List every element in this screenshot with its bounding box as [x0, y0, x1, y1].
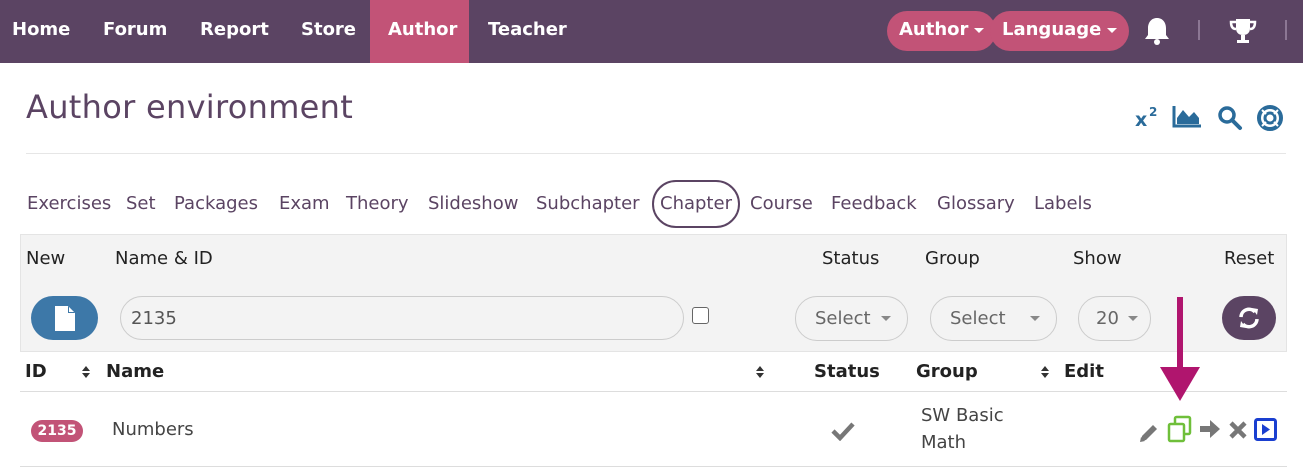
pencil-icon[interactable]	[1138, 422, 1160, 444]
nav-forum[interactable]: Forum	[103, 0, 167, 63]
column-header-status: Status	[814, 361, 880, 382]
show-select-value: 20	[1096, 308, 1119, 329]
filter-header-status: Status	[822, 248, 880, 269]
filter-header-reset: Reset	[1224, 248, 1275, 269]
filter-header-name-id: Name & ID	[115, 248, 213, 269]
help-lifebuoy-icon[interactable]	[1256, 104, 1284, 132]
show-select[interactable]: 20	[1078, 296, 1151, 341]
tab-theory[interactable]: Theory	[346, 180, 409, 228]
annotation-arrow-icon	[1160, 297, 1200, 401]
row-group-line2: Math	[921, 432, 967, 453]
tab-labels[interactable]: Labels	[1034, 180, 1092, 228]
play-icon[interactable]	[1254, 418, 1277, 441]
caret-down-icon	[1128, 316, 1138, 321]
filter-header-show: Show	[1073, 248, 1122, 269]
search-icon[interactable]	[1217, 105, 1243, 131]
author-dropdown-label: Author	[899, 19, 969, 40]
language-dropdown[interactable]: Language	[990, 11, 1130, 51]
group-select-value: Select	[950, 308, 1006, 329]
caret-down-icon	[881, 316, 891, 321]
column-header-id[interactable]: ID	[25, 361, 47, 382]
nav-teacher[interactable]: Teacher	[488, 0, 567, 63]
tab-packages[interactable]: Packages	[174, 180, 258, 228]
bell-icon[interactable]	[1143, 16, 1171, 46]
superscript-icon[interactable]: x 2	[1134, 104, 1160, 128]
column-header-group[interactable]: Group	[916, 361, 978, 382]
top-navbar: Home Forum Report Store Author Teacher A…	[0, 0, 1303, 63]
caret-down-icon	[1107, 27, 1118, 33]
divider	[20, 391, 1287, 392]
caret-down-icon	[974, 27, 985, 33]
tab-exam[interactable]: Exam	[279, 180, 330, 228]
divider	[26, 153, 1286, 154]
id-badge: 2135	[31, 420, 83, 442]
column-header-edit: Edit	[1064, 361, 1104, 382]
nav-store[interactable]: Store	[301, 0, 356, 63]
status-select[interactable]: Select	[795, 296, 908, 341]
nav-author[interactable]: Author	[370, 0, 469, 63]
sort-icon[interactable]	[81, 365, 91, 379]
copy-icon[interactable]	[1166, 415, 1194, 443]
tab-course[interactable]: Course	[750, 180, 813, 228]
group-select[interactable]: Select	[930, 296, 1057, 341]
tab-chapter[interactable]: Chapter	[652, 180, 740, 228]
tab-feedback[interactable]: Feedback	[831, 180, 917, 228]
nav-report[interactable]: Report	[200, 0, 269, 63]
area-chart-icon[interactable]	[1172, 104, 1202, 128]
svg-text:2: 2	[1149, 105, 1157, 119]
status-select-value: Select	[815, 308, 871, 329]
author-dropdown[interactable]: Author	[887, 11, 997, 51]
divider	[20, 466, 1287, 467]
file-icon	[55, 306, 75, 331]
tab-glossary[interactable]: Glossary	[937, 180, 1015, 228]
arrow-right-icon[interactable]	[1198, 418, 1222, 440]
row-name[interactable]: Numbers	[112, 419, 194, 440]
separator	[1198, 20, 1200, 40]
sort-icon[interactable]	[1040, 365, 1050, 379]
tab-slideshow[interactable]: Slideshow	[428, 180, 518, 228]
tab-exercises[interactable]: Exercises	[27, 180, 111, 228]
checkmark-icon	[831, 422, 855, 441]
close-icon[interactable]	[1228, 420, 1248, 440]
svg-text:x: x	[1135, 109, 1147, 128]
column-header-name[interactable]: Name	[106, 361, 164, 382]
refresh-icon	[1239, 307, 1259, 329]
language-dropdown-label: Language	[1002, 19, 1102, 40]
sort-icon[interactable]	[755, 365, 765, 379]
separator	[1285, 20, 1287, 40]
page-title: Author environment	[26, 88, 354, 126]
nav-home[interactable]: Home	[12, 0, 70, 63]
filter-header-group: Group	[925, 248, 980, 269]
caret-down-icon	[1030, 316, 1040, 321]
search-input[interactable]	[120, 296, 684, 340]
trophy-icon[interactable]	[1228, 16, 1258, 46]
tab-set[interactable]: Set	[126, 180, 156, 228]
filter-header-new: New	[26, 248, 66, 269]
tab-subchapter[interactable]: Subchapter	[536, 180, 640, 228]
filter-checkbox[interactable]	[692, 307, 709, 324]
new-item-button[interactable]	[31, 296, 98, 340]
reset-button[interactable]	[1222, 296, 1276, 340]
row-group-line1: SW Basic	[921, 405, 1004, 426]
